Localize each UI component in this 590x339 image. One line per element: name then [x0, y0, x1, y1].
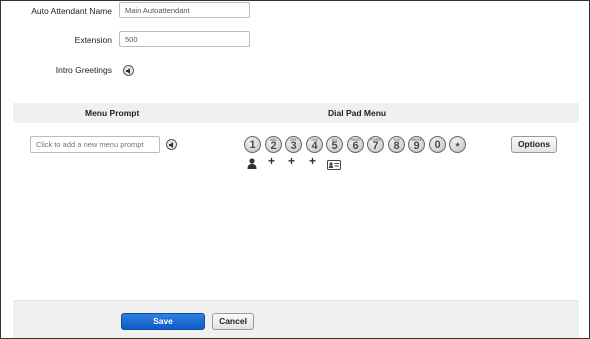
- menu-header-band: Menu Prompt Dial Pad Menu: [13, 103, 579, 123]
- user-icon[interactable]: [247, 156, 257, 169]
- dialpad-key-4[interactable]: GHI 4: [306, 136, 323, 153]
- dialpad-key-1[interactable]: 1: [244, 136, 261, 153]
- dialpad-key-2[interactable]: ABC 2: [265, 136, 282, 153]
- options-button[interactable]: Options: [511, 136, 557, 153]
- intro-greetings-label: Intro Greetings: [55, 65, 112, 75]
- menu-prompt-header: Menu Prompt: [85, 108, 140, 118]
- menu-prompt-speaker-icon[interactable]: [166, 139, 177, 150]
- save-button[interactable]: Save: [121, 313, 205, 330]
- extension-field[interactable]: [119, 31, 250, 47]
- dialpad-key-7[interactable]: PQRS 7: [367, 136, 384, 153]
- name-label: Auto Attendant Name: [31, 6, 112, 16]
- dialpad-key-3[interactable]: DEF 3: [285, 136, 302, 153]
- dialpad-key-star[interactable]: *: [449, 136, 466, 153]
- cancel-button[interactable]: Cancel: [212, 313, 254, 330]
- dialpad-key-6[interactable]: MNO 6: [347, 136, 364, 153]
- dialpad-key-5[interactable]: JKL 5: [326, 136, 343, 153]
- plus-icon[interactable]: +: [309, 155, 316, 167]
- dialpad-key-0[interactable]: 0: [429, 136, 446, 153]
- extension-label: Extension: [74, 35, 112, 45]
- contact-card-icon[interactable]: [327, 157, 341, 170]
- dialpad-menu-header: Dial Pad Menu: [328, 108, 387, 118]
- intro-speaker-icon[interactable]: [123, 65, 134, 76]
- menu-prompt-input[interactable]: [30, 136, 160, 153]
- dialpad-key-8[interactable]: TUV 8: [388, 136, 405, 153]
- footer-bar: [13, 300, 579, 338]
- name-field[interactable]: [119, 2, 250, 18]
- plus-icon[interactable]: +: [268, 155, 275, 167]
- window-frame: [0, 0, 590, 339]
- dialpad-key-9[interactable]: WXYZ 9: [408, 136, 425, 153]
- plus-icon[interactable]: +: [288, 155, 295, 167]
